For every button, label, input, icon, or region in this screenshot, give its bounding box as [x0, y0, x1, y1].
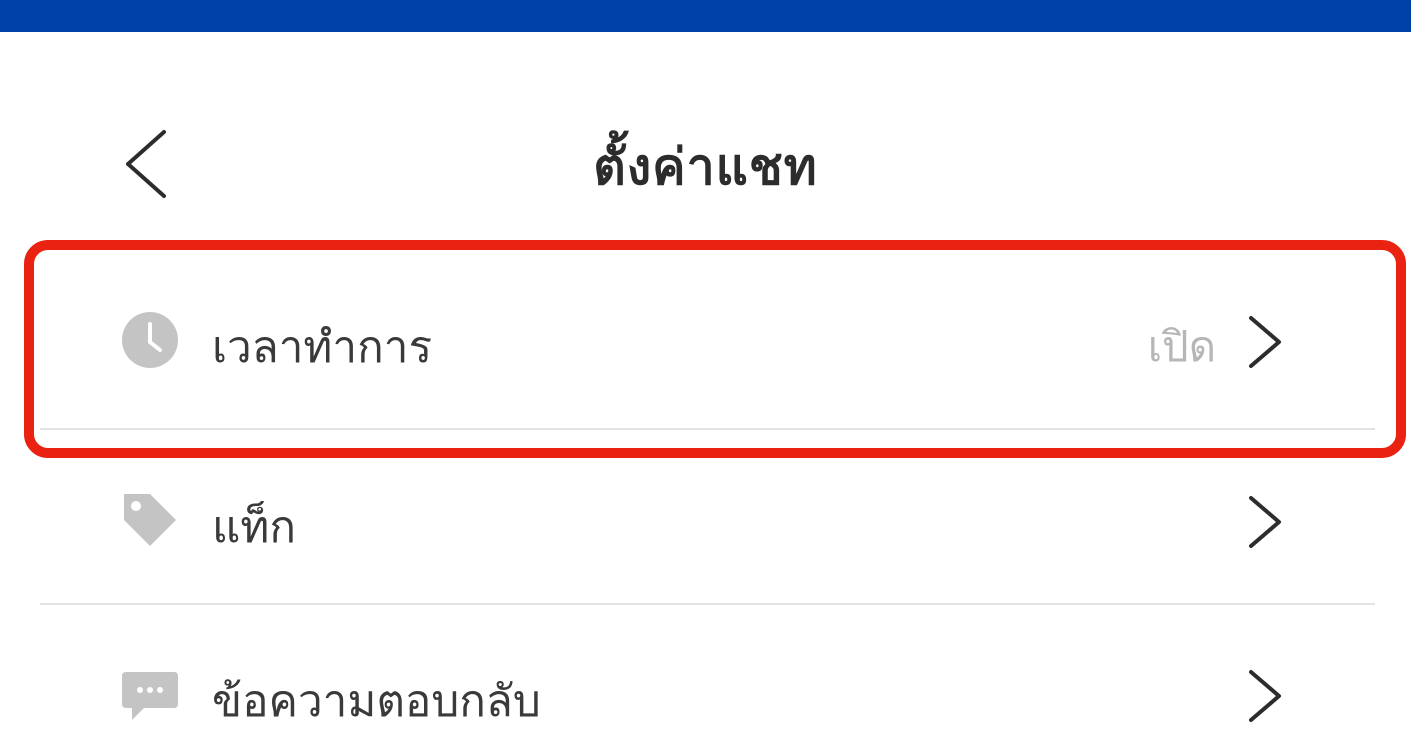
chevron-right-icon: [1249, 496, 1281, 548]
tag-icon: [124, 494, 176, 546]
chevron-right-icon: [1249, 316, 1281, 368]
settings-item-label: เวลาทำการ: [212, 322, 433, 373]
chevron-right-icon: [1249, 670, 1281, 722]
divider: [40, 603, 1375, 605]
divider: [40, 428, 1375, 430]
settings-item-value: เปิด: [1147, 322, 1216, 371]
settings-item-tags[interactable]: แท็ก: [0, 440, 1411, 605]
settings-item-label: แท็ก: [212, 502, 297, 553]
settings-item-label: ข้อความตอบกลับ: [212, 676, 541, 727]
settings-item-business-hours[interactable]: เวลาทำการ เปิด: [0, 250, 1411, 430]
clock-icon: [122, 312, 178, 368]
status-bar: [0, 0, 1411, 32]
settings-item-auto-reply[interactable]: ข้อความตอบกลับ: [0, 610, 1411, 749]
header: ตั้งค่าแชท: [0, 32, 1411, 232]
page-title: ตั้งค่าแชท: [593, 138, 818, 196]
chat-bubble-icon: [122, 672, 178, 720]
